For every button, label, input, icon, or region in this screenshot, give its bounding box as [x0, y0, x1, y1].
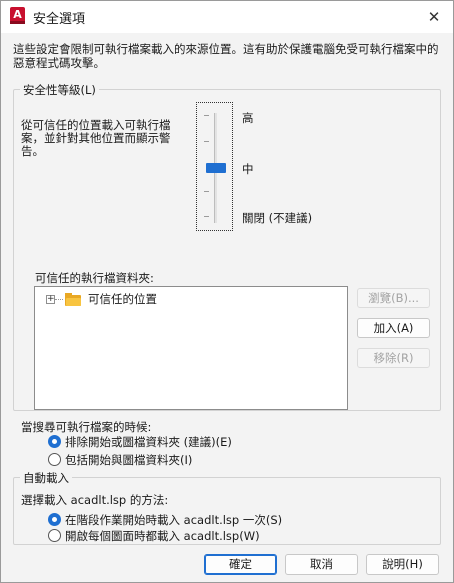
- security-options-dialog: A 安全選項 ✕ 這些設定會限制可執行檔案載入的來源位置。這有助於保護電腦免受可…: [0, 0, 454, 583]
- trusted-folders-tree[interactable]: + 可信任的位置: [34, 286, 348, 410]
- slider-thumb[interactable]: [206, 163, 226, 173]
- radio-checked-icon[interactable]: [48, 435, 61, 448]
- help-button[interactable]: 說明(H): [366, 554, 439, 575]
- slider-tick: [204, 115, 209, 116]
- cancel-button[interactable]: 取消: [285, 554, 358, 575]
- radio-checked-icon[interactable]: [48, 513, 61, 526]
- tree-connector: [55, 299, 63, 300]
- browse-button[interactable]: 瀏覽(B)...: [357, 288, 430, 308]
- security-level-slider[interactable]: [196, 102, 233, 231]
- add-button[interactable]: 加入(A): [357, 318, 430, 338]
- window-title: 安全選項: [33, 12, 86, 27]
- level-medium-label: 中: [242, 162, 254, 176]
- close-icon[interactable]: ✕: [415, 1, 453, 33]
- ok-button[interactable]: 確定: [204, 554, 277, 575]
- include-folders-label[interactable]: 包括開始與圖檔資料夾(I): [65, 452, 192, 468]
- level-high-label: 高: [242, 111, 254, 125]
- radio-unchecked-icon[interactable]: [48, 529, 61, 542]
- security-level-description: 從可信任的位置載入可執行檔案，並針對其他位置而顯示警告。: [21, 118, 171, 158]
- remove-button[interactable]: 移除(R): [357, 348, 430, 368]
- slider-tick: [204, 191, 209, 192]
- exclude-folders-label[interactable]: 排除開始或圖檔資料夾 (建議)(E): [65, 434, 232, 450]
- load-once-label[interactable]: 在階段作業開始時載入 acadlt.lsp 一次(S): [65, 512, 282, 528]
- level-off-label: 關閉 (不建議): [242, 211, 313, 225]
- search-label: 當搜尋可執行檔案的時候:: [21, 420, 152, 434]
- load-every-drawing-label[interactable]: 開啟每個圖面時都載入 acadlt.lsp(W): [65, 528, 260, 544]
- intro-text: 這些設定會限制可執行檔案載入的來源位置。這有助於保護電腦免受可執行檔案中的惡意程…: [13, 42, 439, 70]
- security-level-legend: 安全性等級(L): [20, 82, 99, 98]
- dialog-body: 這些設定會限制可執行檔案載入的來源位置。這有助於保護電腦免受可執行檔案中的惡意程…: [1, 33, 453, 582]
- autoload-label: 選擇載入 acadlt.lsp 的方法:: [21, 493, 169, 507]
- folder-icon: [65, 293, 81, 306]
- slider-tick: [204, 141, 209, 142]
- title-bar[interactable]: A 安全選項 ✕: [1, 1, 453, 33]
- radio-unchecked-icon[interactable]: [48, 453, 61, 466]
- slider-tick: [204, 216, 209, 217]
- autocad-app-icon: A: [10, 7, 25, 24]
- trusted-folders-label: 可信任的執行檔資料夾:: [35, 271, 154, 285]
- tree-item-trusted-locations[interactable]: 可信任的位置: [88, 291, 157, 307]
- autoload-legend: 自動載入: [20, 470, 72, 486]
- expand-icon[interactable]: +: [46, 295, 55, 304]
